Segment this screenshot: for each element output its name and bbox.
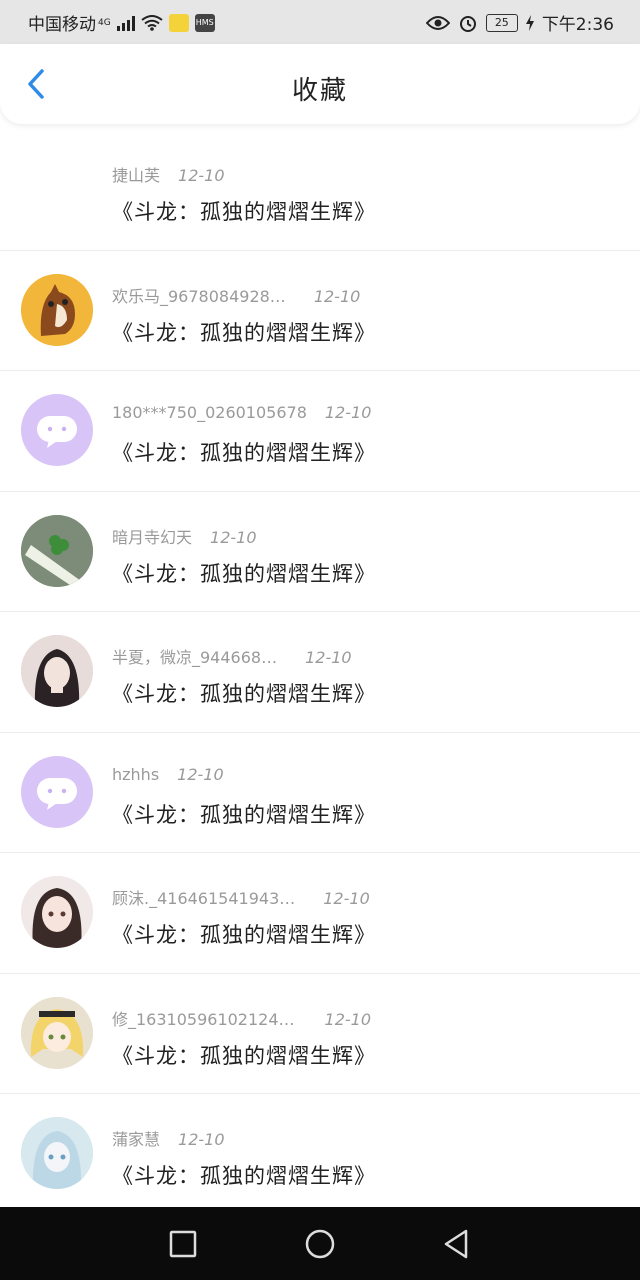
item-date: 12-10 xyxy=(305,648,352,667)
avatar[interactable] xyxy=(21,273,93,346)
horse-avatar-icon xyxy=(21,273,93,346)
user-name[interactable]: 欢乐马_9678084928… xyxy=(112,287,286,306)
clover-avatar-icon xyxy=(21,514,93,587)
user-name[interactable]: 180***750_0260105678 xyxy=(112,403,307,422)
list-item[interactable]: 捷山芙 12-10 《斗龙：孤独的熠熠生辉》 xyxy=(0,130,640,251)
battery-level: 25 xyxy=(494,15,509,29)
user-name[interactable]: 顾沫._416461541943… xyxy=(112,889,295,908)
list-item[interactable]: 顾沫._416461541943… 12-10 《斗龙：孤独的熠熠生辉》 xyxy=(0,853,640,974)
page-title: 收藏 xyxy=(291,76,348,106)
item-date: 12-10 xyxy=(324,403,372,422)
alarm-icon xyxy=(459,15,476,32)
avatar[interactable] xyxy=(21,1117,93,1189)
item-date: 12-10 xyxy=(323,889,370,908)
item-content[interactable]: 《斗龙：孤独的熠熠生辉》 xyxy=(112,196,376,226)
list-item[interactable]: 半夏，微凉_944668… 12-10 《斗龙：孤独的熠熠生辉》 xyxy=(0,612,640,733)
item-content[interactable]: 《斗龙：孤独的熠熠生辉》 xyxy=(112,799,376,829)
user-name[interactable]: 捷山芙 xyxy=(112,166,160,185)
user-name[interactable]: 暗月寺幻天 xyxy=(112,528,192,547)
charging-icon xyxy=(525,14,534,31)
item-meta: 顾沫._416461541943… 12-10 xyxy=(112,885,370,909)
list-item[interactable]: hzhhs 12-10 《斗龙：孤独的熠熠生辉》 xyxy=(0,733,640,853)
item-content[interactable]: 《斗龙：孤独的熠熠生辉》 xyxy=(112,558,376,588)
item-meta: hzhhs 12-10 xyxy=(112,765,224,784)
hms-notification-icon: HMS xyxy=(194,13,215,32)
home-icon[interactable] xyxy=(303,1227,337,1261)
item-date: 12-10 xyxy=(177,764,224,784)
recent-apps-icon[interactable] xyxy=(166,1227,200,1261)
item-date: 12-10 xyxy=(210,527,257,547)
header: 收藏 xyxy=(0,44,640,124)
system-nav-bar xyxy=(0,1207,640,1280)
item-meta: 欢乐马_9678084928… 12-10 xyxy=(112,283,360,307)
item-meta: 蒲家慧 12-10 xyxy=(112,1126,225,1150)
item-content[interactable]: 《斗龙：孤独的熠熠生辉》 xyxy=(112,678,376,708)
item-meta: 捷山芙 12-10 xyxy=(112,162,225,186)
status-bar: 中国移动 4G HMS 25 下午2:36 xyxy=(0,0,640,44)
item-date: 12-10 xyxy=(313,286,361,306)
item-meta: 暗月寺幻天 12-10 xyxy=(112,524,257,548)
item-content[interactable]: 《斗龙：孤独的熠熠生辉》 xyxy=(112,437,376,467)
clock-time: 下午2:36 xyxy=(541,15,614,35)
favorites-list: 捷山芙 12-10 《斗龙：孤独的熠熠生辉》 欢乐马_9678084928… 12-… xyxy=(0,130,640,1214)
item-meta: 180***750_0260105678 12-10 xyxy=(112,403,371,422)
chat-bubble-icon xyxy=(37,416,77,448)
avatar[interactable] xyxy=(21,394,93,466)
avatar[interactable] xyxy=(21,755,93,828)
user-name[interactable]: hzhhs xyxy=(112,765,159,784)
signal-icon xyxy=(116,15,135,31)
user-name[interactable]: 半夏，微凉_944668… xyxy=(112,648,277,667)
avatar[interactable] xyxy=(21,996,93,1069)
item-date: 12-10 xyxy=(178,1130,225,1149)
item-content[interactable]: 《斗龙：孤独的熠熠生辉》 xyxy=(112,1160,376,1190)
anime-pastel-avatar-icon xyxy=(21,1117,93,1189)
item-date: 12-10 xyxy=(178,166,225,185)
item-date: 12-10 xyxy=(324,1009,372,1029)
status-left: 中国移动 4G HMS xyxy=(28,10,215,35)
chat-bubble-icon xyxy=(37,777,77,810)
anime-blonde-avatar-icon xyxy=(21,996,93,1069)
avatar[interactable] xyxy=(21,514,93,587)
eye-icon xyxy=(425,15,450,30)
app-notification-icon xyxy=(168,13,189,32)
girl-avatar-icon xyxy=(21,635,93,707)
status-right: 25 下午2:36 xyxy=(425,10,614,35)
item-content[interactable]: 《斗龙：孤独的熠熠生辉》 xyxy=(112,1040,376,1070)
network-type: 4G xyxy=(98,17,111,28)
list-item[interactable]: 蒲家慧 12-10 《斗龙：孤独的熠熠生辉》 xyxy=(0,1094,640,1214)
item-meta: 修_16310596102124… 12-10 xyxy=(112,1006,371,1030)
item-meta: 半夏，微凉_944668… 12-10 xyxy=(112,644,352,668)
back-triangle-icon[interactable] xyxy=(440,1227,474,1261)
avatar[interactable] xyxy=(21,876,93,948)
anime-girl-avatar-icon xyxy=(21,876,93,948)
list-item[interactable]: 欢乐马_9678084928… 12-10 《斗龙：孤独的熠熠生辉》 xyxy=(0,251,640,371)
wifi-icon xyxy=(141,14,163,31)
user-name[interactable]: 蒲家慧 xyxy=(112,1130,160,1149)
list-item[interactable]: 180***750_0260105678 12-10 《斗龙：孤独的熠熠生辉》 xyxy=(0,371,640,492)
avatar[interactable] xyxy=(21,635,93,707)
list-item[interactable]: 暗月寺幻天 12-10 《斗龙：孤独的熠熠生辉》 xyxy=(0,492,640,612)
item-content[interactable]: 《斗龙：孤独的熠熠生辉》 xyxy=(112,317,376,347)
carrier-label: 中国移动 xyxy=(28,15,96,35)
list-item[interactable]: 修_16310596102124… 12-10 《斗龙：孤独的熠熠生辉》 xyxy=(0,974,640,1094)
battery-icon: 25 xyxy=(485,13,518,32)
item-content[interactable]: 《斗龙：孤独的熠熠生辉》 xyxy=(112,919,376,949)
user-name[interactable]: 修_16310596102124… xyxy=(112,1010,295,1029)
